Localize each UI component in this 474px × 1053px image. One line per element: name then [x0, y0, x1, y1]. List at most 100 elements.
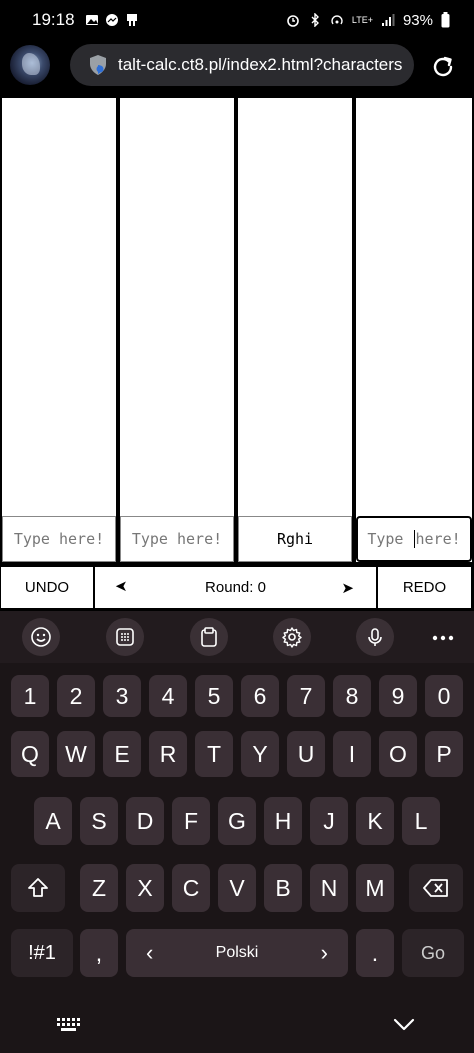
battery-percent: 93%: [402, 11, 433, 29]
undo-button[interactable]: UNDO: [0, 566, 94, 609]
key-u[interactable]: U: [287, 731, 325, 777]
address-bar[interactable]: talt-calc.ct8.pl/index2.html?characters: [70, 44, 414, 86]
key-g[interactable]: G: [218, 797, 256, 845]
web-content: Type here! Type here! Rghi Type here! UN…: [0, 96, 474, 611]
reload-icon[interactable]: [428, 52, 458, 82]
shield-icon[interactable]: [86, 53, 110, 77]
clipboard-button[interactable]: [190, 618, 228, 656]
backspace-key[interactable]: [409, 864, 463, 912]
key-x[interactable]: X: [126, 864, 164, 912]
soft-keyboard: 1 2 3 4 5 6 7 8 9 0 Q W E R T Y U I O P …: [0, 611, 474, 1053]
key-e[interactable]: E: [103, 731, 141, 777]
key-h[interactable]: H: [264, 797, 302, 845]
key-j[interactable]: J: [310, 797, 348, 845]
column-input-2[interactable]: Type here!: [120, 516, 234, 562]
signal-icon: [381, 14, 395, 26]
key-1[interactable]: 1: [11, 675, 49, 717]
column-input-1[interactable]: Type here!: [2, 516, 116, 562]
keypad-icon: [116, 628, 134, 646]
shift-key[interactable]: [11, 864, 65, 912]
character-column-2: Type here!: [118, 96, 236, 564]
keypad-button[interactable]: [106, 618, 144, 656]
round-bar: ➤ Round: 0 ➤: [94, 566, 377, 609]
key-i[interactable]: I: [333, 731, 371, 777]
column-display: [238, 98, 352, 520]
space-left-arrow: ‹: [146, 940, 154, 965]
key-s[interactable]: S: [80, 797, 118, 845]
key-9[interactable]: 9: [379, 675, 417, 717]
key-c[interactable]: C: [172, 864, 210, 912]
keyboard-toolbar: [0, 611, 474, 663]
column-display: [120, 98, 234, 520]
key-y[interactable]: Y: [241, 731, 279, 777]
text-caret: [413, 530, 415, 548]
key-7[interactable]: 7: [287, 675, 325, 717]
round-label: Round: 0: [205, 579, 266, 596]
input-placeholder-start: Type: [367, 530, 413, 548]
period-key[interactable]: .: [356, 929, 394, 977]
prev-round-button[interactable]: ➤: [115, 577, 128, 595]
navigation-bar: [0, 1001, 474, 1053]
url-text[interactable]: talt-calc.ct8.pl/index2.html?characters: [118, 55, 402, 75]
key-2[interactable]: 2: [57, 675, 95, 717]
emoji-button[interactable]: [22, 618, 60, 656]
redo-button[interactable]: REDO: [377, 566, 472, 609]
shift-icon: [28, 878, 48, 897]
input-placeholder-end: here!: [415, 530, 461, 548]
more-options-icon[interactable]: [432, 635, 454, 641]
character-column-4: Type here!: [354, 96, 474, 564]
key-b[interactable]: B: [264, 864, 302, 912]
key-0[interactable]: 0: [425, 675, 463, 717]
next-round-button[interactable]: ➤: [341, 579, 354, 597]
status-time: 19:18: [32, 10, 75, 29]
notification-icon: [126, 14, 137, 26]
emoji-icon: [31, 627, 51, 647]
language-label: Polski: [215, 944, 259, 961]
key-d[interactable]: D: [126, 797, 164, 845]
key-q[interactable]: Q: [11, 731, 49, 777]
profile-avatar[interactable]: [10, 45, 50, 85]
column-display: [2, 98, 116, 520]
key-r[interactable]: R: [149, 731, 187, 777]
key-v[interactable]: V: [218, 864, 256, 912]
bluetooth-icon: [311, 13, 319, 27]
gallery-icon: [85, 15, 98, 25]
microphone-icon: [368, 628, 382, 646]
key-6[interactable]: 6: [241, 675, 279, 717]
gear-icon: [282, 627, 302, 648]
go-key[interactable]: Go: [402, 929, 464, 977]
keyboard-switch-icon[interactable]: [56, 1017, 82, 1033]
key-n[interactable]: N: [310, 864, 348, 912]
hotspot-icon: [331, 15, 343, 25]
key-f[interactable]: F: [172, 797, 210, 845]
key-3[interactable]: 3: [103, 675, 141, 717]
spacebar[interactable]: ‹ Polski ›: [126, 929, 348, 977]
key-4[interactable]: 4: [149, 675, 187, 717]
key-k[interactable]: K: [356, 797, 394, 845]
column-display: [356, 98, 472, 520]
key-a[interactable]: A: [34, 797, 72, 845]
backspace-icon: [423, 879, 448, 897]
key-p[interactable]: P: [425, 731, 463, 777]
alarm-icon: [287, 15, 299, 27]
clipboard-icon: [201, 627, 217, 647]
key-z[interactable]: Z: [80, 864, 118, 912]
hide-keyboard-icon[interactable]: [392, 1017, 416, 1033]
column-input-3[interactable]: Rghi: [238, 516, 352, 562]
space-right-arrow: ›: [320, 940, 328, 965]
key-o[interactable]: O: [379, 731, 417, 777]
key-5[interactable]: 5: [195, 675, 233, 717]
key-8[interactable]: 8: [333, 675, 371, 717]
voice-input-button[interactable]: [356, 618, 394, 656]
browser-toolbar: talt-calc.ct8.pl/index2.html?characters: [0, 40, 474, 96]
key-l[interactable]: L: [402, 797, 440, 845]
key-m[interactable]: M: [356, 864, 394, 912]
comma-key[interactable]: ,: [80, 929, 118, 977]
symbols-key[interactable]: !#1: [11, 929, 73, 977]
key-t[interactable]: T: [195, 731, 233, 777]
messenger-icon: [105, 14, 118, 26]
settings-button[interactable]: [273, 618, 311, 656]
column-input-4[interactable]: Type here!: [356, 516, 472, 562]
key-w[interactable]: W: [57, 731, 95, 777]
character-column-3: Rghi: [236, 96, 354, 564]
